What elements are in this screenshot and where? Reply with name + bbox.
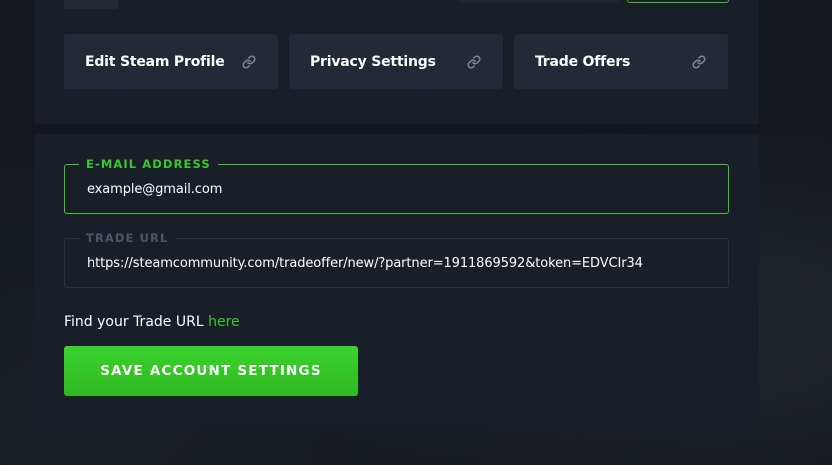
trade-url-field[interactable]: TRADE URL: [64, 231, 729, 288]
partial-button-stub[interactable]: [64, 0, 119, 9]
link-icon: [467, 54, 481, 69]
link-icon: [692, 54, 706, 69]
steam-links-panel: Edit Steam Profile Privacy Settings Trad…: [34, 0, 759, 124]
link-icon: [242, 54, 256, 69]
save-account-settings-button[interactable]: SAVE ACCOUNT SETTINGS: [64, 346, 358, 396]
trade-url-hint: Find your Trade URL here: [64, 314, 240, 330]
privacy-settings-label: Privacy Settings: [310, 53, 436, 70]
trade-url-input[interactable]: [87, 239, 707, 287]
trade-url-hint-text: Find your Trade URL: [64, 314, 209, 330]
trade-offers-label: Trade Offers: [535, 53, 631, 70]
trade-offers-button[interactable]: Trade Offers: [514, 34, 728, 89]
partial-green-button-stub[interactable]: [627, 0, 729, 3]
email-field[interactable]: E-MAIL ADDRESS: [64, 157, 729, 214]
privacy-settings-button[interactable]: Privacy Settings: [289, 34, 503, 89]
edit-steam-profile-label: Edit Steam Profile: [85, 53, 225, 70]
edit-steam-profile-button[interactable]: Edit Steam Profile: [64, 34, 278, 89]
email-input[interactable]: [87, 165, 707, 213]
trade-url-here-link[interactable]: here: [208, 314, 240, 330]
account-settings-panel: E-MAIL ADDRESS TRADE URL Find your Trade…: [34, 134, 759, 425]
partial-field-stub: [459, 0, 619, 3]
